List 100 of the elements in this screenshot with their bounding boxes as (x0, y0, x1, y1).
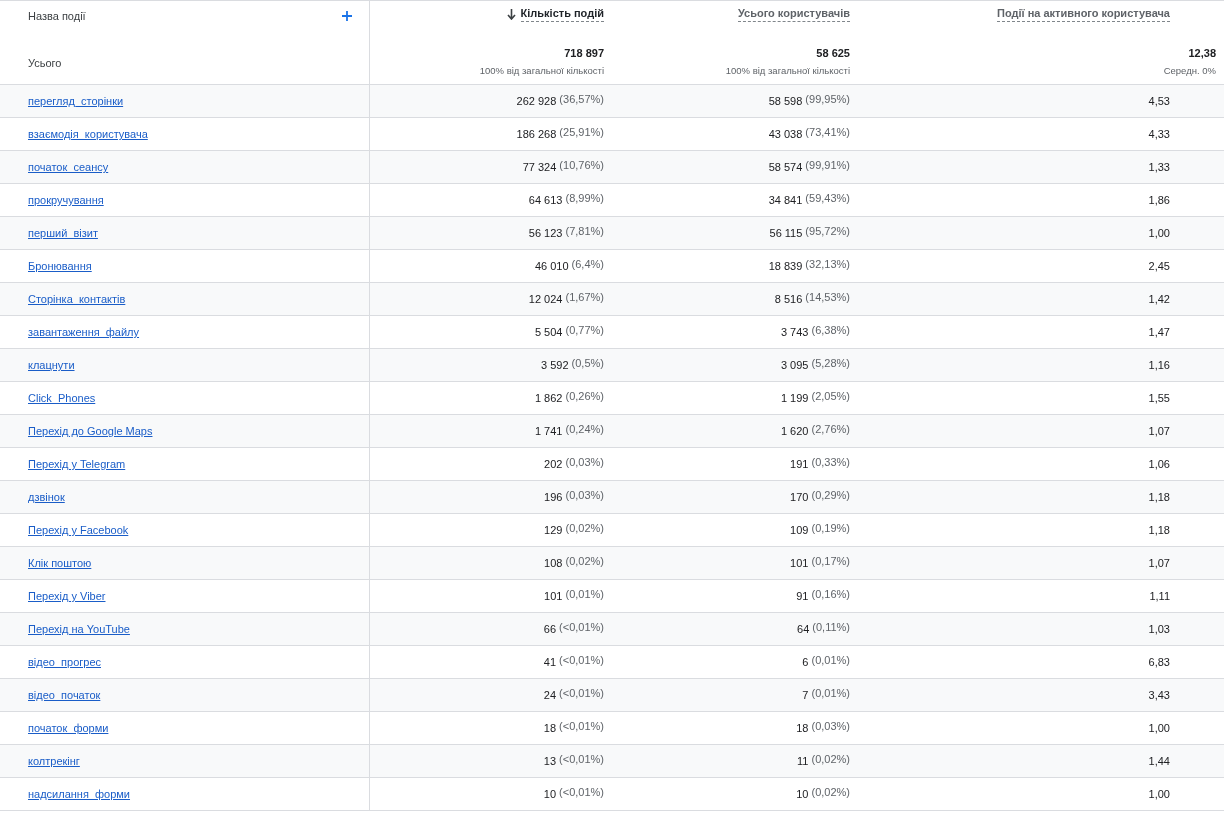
user-count: 6 (802, 656, 809, 668)
event-name-link[interactable]: перший_візит (28, 227, 98, 239)
event-name-link[interactable]: Бронювання (28, 260, 92, 272)
user-percent: (0,33%) (811, 456, 850, 468)
event-name-link[interactable]: Перехід у Facebook (28, 524, 129, 536)
events-per-user: 1,00 (1148, 788, 1170, 800)
user-count: 43 038 (768, 128, 803, 140)
event-count: 24 (543, 689, 557, 701)
event-name-link[interactable]: взаємодія_користувача (28, 128, 148, 140)
event-name-link[interactable]: Перехід у Telegram (28, 458, 126, 470)
event-percent: (0,03%) (565, 456, 604, 468)
event-name-link[interactable]: Click_Phones (28, 392, 96, 404)
sort-arrow-icon[interactable] (506, 9, 516, 20)
event-name-link[interactable]: початок_сеансу (28, 161, 109, 173)
event-percent: (25,91%) (559, 126, 604, 138)
event-name-link[interactable]: колтрекінг (28, 755, 80, 767)
event-count: 56 123 (528, 227, 563, 239)
user-percent: (95,72%) (805, 225, 850, 237)
event-count: 5 504 (534, 326, 563, 338)
event-name-link[interactable]: Перехід у Viber (28, 590, 106, 602)
event-count: 1 741 (534, 425, 563, 437)
user-percent: (14,53%) (805, 291, 850, 303)
event-percent: (<0,01%) (559, 720, 604, 732)
event-count: 77 324 (522, 161, 557, 173)
user-count: 170 (790, 491, 809, 503)
event-percent: (0,5%) (571, 357, 604, 369)
event-count: 196 (544, 491, 563, 503)
event-name-link[interactable]: Перехід до Google Maps (28, 425, 153, 437)
event-count: 41 (543, 656, 557, 668)
total-note: 100% від загальної кількості (479, 65, 604, 76)
user-percent: (0,01%) (811, 654, 850, 666)
add-icon[interactable] (342, 11, 352, 21)
column-header[interactable]: Усього користувачів (737, 7, 850, 22)
event-percent: (6,4%) (571, 258, 604, 270)
events-per-user: 4,53 (1148, 95, 1170, 107)
user-percent: (73,41%) (805, 126, 850, 138)
event-name-link[interactable]: дзвінок (28, 491, 65, 503)
user-count: 56 115 (769, 227, 803, 239)
events-per-user: 6,83 (1148, 656, 1170, 668)
user-percent: (0,16%) (811, 588, 850, 600)
user-count: 58 598 (768, 95, 803, 107)
event-name-link[interactable]: відео_початок (28, 689, 101, 701)
user-percent: (99,91%) (805, 159, 850, 171)
event-count: 18 (543, 722, 557, 734)
events-per-user: 1,03 (1148, 623, 1170, 635)
event-name-link[interactable]: завантаження_файлу (28, 326, 140, 338)
event-count: 66 (543, 623, 557, 635)
total-note: Середн. 0% (1163, 65, 1216, 76)
event-name-link[interactable]: Сторінка_контактів (28, 293, 126, 305)
events-per-user: 1,86 (1148, 194, 1170, 206)
user-percent: (5,28%) (811, 357, 850, 369)
event-name-link[interactable]: Перехід на YouTube (28, 623, 130, 635)
events-per-user: 1,00 (1148, 722, 1170, 734)
events-per-user: 4,33 (1148, 128, 1170, 140)
user-count: 64 (797, 623, 810, 635)
event-percent: (1,67%) (565, 291, 604, 303)
events-per-user: 1,55 (1148, 392, 1170, 404)
event-count: 129 (544, 524, 563, 536)
user-count: 1 199 (780, 392, 809, 404)
event-count: 108 (544, 557, 563, 569)
event-percent: (0,24%) (565, 423, 604, 435)
total-value: 12,38 (1188, 47, 1216, 59)
column-header[interactable]: Події на активного користувача (996, 7, 1170, 22)
user-percent: (0,03%) (811, 720, 850, 732)
event-name-link[interactable]: перегляд_сторінки (28, 95, 124, 107)
user-count: 3 743 (780, 326, 809, 338)
events-per-user: 1,18 (1148, 524, 1170, 536)
event-name-link[interactable]: клацнути (28, 359, 75, 371)
event-count: 10 (543, 788, 557, 800)
event-percent: (<0,01%) (559, 753, 604, 765)
event-count: 46 010 (534, 260, 569, 272)
event-percent: (0,02%) (565, 555, 604, 567)
user-percent: (0,11%) (812, 621, 850, 633)
events-per-user: 2,45 (1148, 260, 1170, 272)
user-count: 10 (796, 788, 809, 800)
events-per-user: 1,07 (1148, 425, 1170, 437)
total-value: 58 625 (816, 47, 850, 59)
column-header[interactable]: Кількість подій (520, 7, 604, 22)
events-per-user: 1,44 (1148, 755, 1170, 767)
event-percent: (0,26%) (565, 390, 604, 402)
user-count: 58 574 (768, 161, 803, 173)
event-percent: (<0,01%) (559, 654, 604, 666)
event-name-link[interactable]: Клік поштою (28, 557, 92, 569)
event-percent: (0,02%) (565, 522, 604, 534)
event-name-link[interactable]: надсилання_форми (28, 788, 130, 800)
event-name-link[interactable]: прокручування (28, 194, 104, 206)
user-count: 191 (790, 458, 809, 470)
user-percent: (0,17%) (811, 555, 850, 567)
event-percent: (8,99%) (565, 192, 604, 204)
event-count: 101 (544, 590, 563, 602)
column-header[interactable]: Назва події (28, 10, 86, 22)
user-count: 8 516 (774, 293, 803, 305)
user-count: 3 095 (780, 359, 809, 371)
event-name-link[interactable]: відео_прогрес (28, 656, 101, 668)
user-count: 101 (790, 557, 809, 569)
event-name-link[interactable]: початок_форми (28, 722, 109, 734)
user-percent: (0,02%) (811, 786, 850, 798)
event-count: 12 024 (528, 293, 563, 305)
event-count: 1 862 (534, 392, 563, 404)
event-count: 64 613 (528, 194, 563, 206)
